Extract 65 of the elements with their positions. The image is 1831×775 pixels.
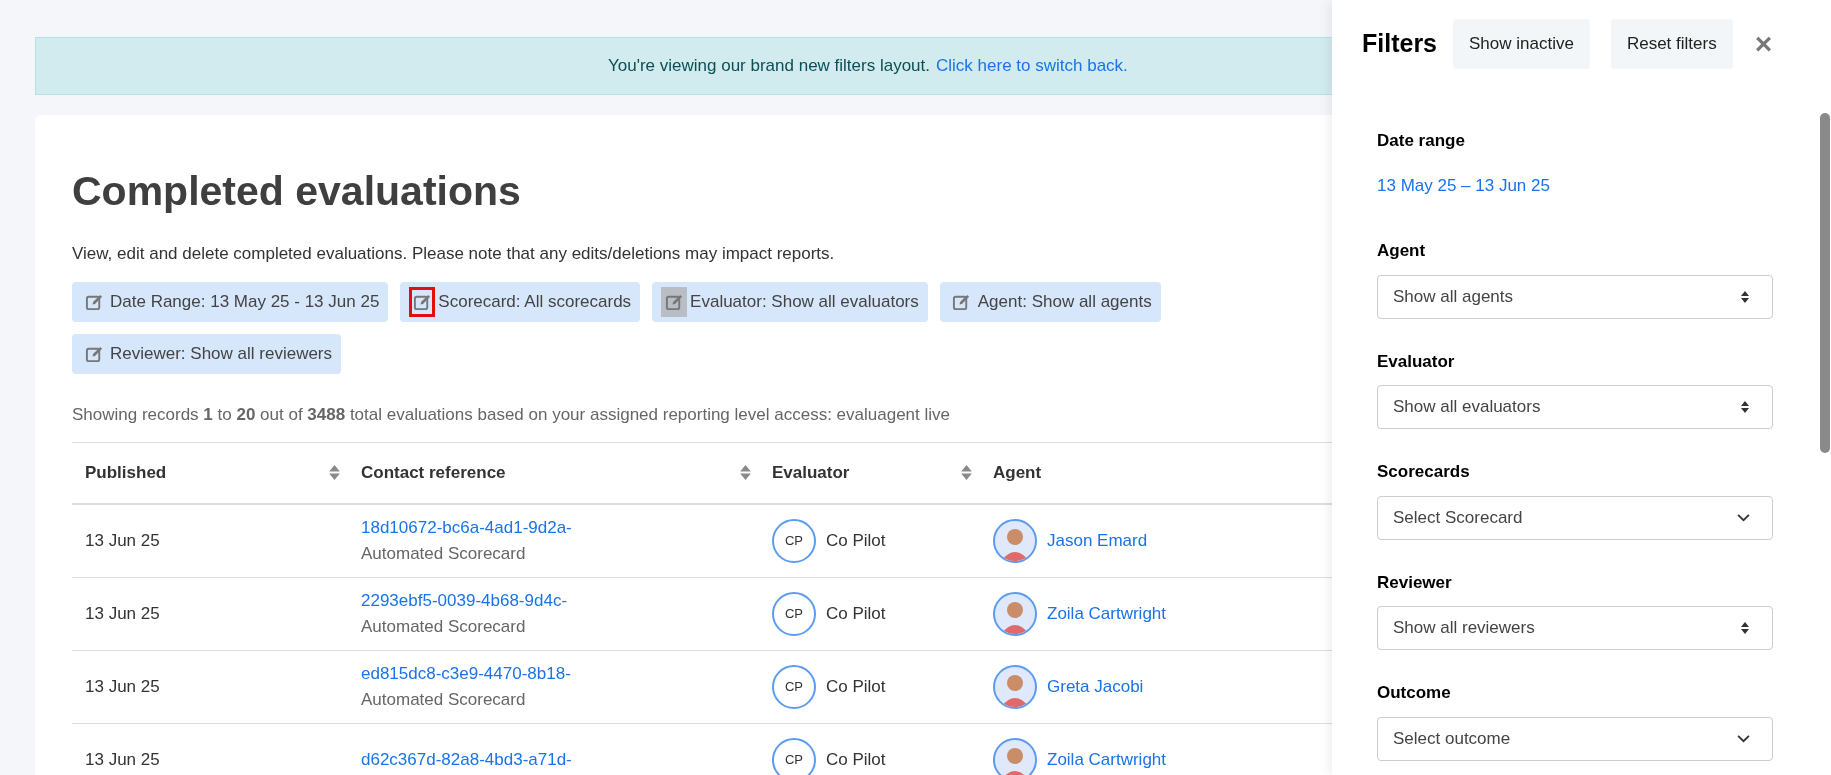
contact-reference-link[interactable]: 2293ebf5-0039-4b68-9d4c- — [361, 588, 759, 614]
initials-avatar: CP — [772, 518, 816, 563]
filter-label: Scorecards — [1377, 461, 1471, 483]
table-cell: 13 Jun 25 — [85, 603, 160, 623]
scrollbar-thumb[interactable] — [1820, 113, 1830, 453]
table-cell: 13 Jun 25 — [85, 530, 160, 550]
avatar-icon — [993, 664, 1037, 709]
column-header[interactable]: Contact reference — [361, 459, 506, 486]
initials-avatar: CP — [772, 664, 816, 709]
filter-chip[interactable]: Evaluator: Show all evaluators — [652, 282, 928, 322]
contact-reference-link[interactable]: d62c367d-82a8-4bd3-a71d- — [361, 746, 759, 773]
agent-link[interactable]: Greta Jacobi — [1047, 673, 1144, 700]
table-cell: 13 Jun 25 — [85, 749, 160, 769]
evaluator-name: Co Pilot — [826, 748, 886, 771]
scorecard-name: Automated Scorecard — [361, 542, 527, 565]
sort-icon — [1740, 400, 1750, 414]
records-summary: Showing records 1 to 20 out of 3488 total evaluations based on your assigned reporting level access: evaluagent live — [72, 404, 951, 426]
column-header[interactable]: Published — [85, 459, 167, 486]
evaluator-name: Co Pilot — [826, 675, 886, 698]
panel-button[interactable]: Show inactive — [1453, 19, 1590, 69]
chevron-down-icon — [1737, 513, 1750, 522]
contact-reference-link[interactable]: 18d10672-bc6a-4ad1-9d2a- — [361, 515, 759, 541]
chevron-down-icon — [1737, 734, 1750, 743]
filter-chip[interactable]: Date Range: 13 May 25 - 13 Jun 25 — [72, 282, 389, 322]
contact-reference-link[interactable]: ed815dc8-c3e9-4470-8b18- — [361, 661, 759, 687]
sort-icon[interactable] — [329, 465, 340, 480]
filter-chip[interactable]: Reviewer: Show all reviewers — [72, 334, 342, 374]
filter-label: Reviewer — [1377, 571, 1453, 594]
table-cell: 13 Jun 25 — [85, 676, 160, 696]
sort-icon[interactable] — [740, 465, 751, 480]
filter-chip[interactable]: Agent: Show all agents — [939, 282, 1161, 322]
scorecard-name: Automated Scorecard — [361, 688, 527, 711]
select-field[interactable]: Show all evaluators — [1377, 385, 1773, 429]
agent-link[interactable]: Jason Emard — [1047, 527, 1148, 554]
filter-label: Evaluator — [1377, 350, 1456, 373]
select-field[interactable]: Show all reviewers — [1377, 606, 1773, 650]
select-field[interactable]: Show all agents — [1377, 274, 1773, 319]
page-title: Completed evaluations — [72, 167, 521, 216]
agent-link[interactable]: Zoila Cartwright — [1047, 746, 1167, 773]
scorecard-name: Automated Scorecard — [361, 615, 527, 638]
filter-label: Agent — [1377, 240, 1427, 262]
filter-chip[interactable]: Scorecard: All scorecards — [400, 282, 641, 322]
column-header[interactable]: Evaluator — [772, 459, 850, 486]
close-button[interactable]: × — [1754, 29, 1773, 59]
sort-icon — [1740, 289, 1750, 304]
avatar-icon — [993, 591, 1037, 636]
filter-label: Date range — [1377, 130, 1466, 152]
evaluator-name: Co Pilot — [826, 602, 886, 625]
evaluator-name: Co Pilot — [826, 529, 886, 552]
avatar-icon — [993, 518, 1037, 563]
filter-label: Outcome — [1377, 682, 1452, 704]
agent-link[interactable]: Zoila Cartwright — [1047, 600, 1167, 627]
sort-icon — [1740, 621, 1750, 635]
avatar-icon — [993, 737, 1037, 775]
select-field[interactable]: Select outcome — [1377, 716, 1773, 761]
switch-back-link[interactable]: Click here to switch back. — [936, 53, 1128, 79]
date-range-link[interactable]: 13 May 25 – 13 Jun 25 — [1377, 164, 1773, 198]
initials-avatar: CP — [772, 737, 816, 775]
panel-title: Filters — [1362, 28, 1438, 60]
panel-button[interactable]: Reset filters — [1610, 19, 1733, 69]
sort-icon[interactable] — [961, 465, 972, 480]
select-field[interactable]: Select Scorecard — [1377, 495, 1773, 540]
banner-text: You're viewing our brand new filters layout. — [608, 55, 931, 78]
initials-avatar: CP — [772, 591, 816, 636]
column-header[interactable]: Agent — [993, 459, 1042, 486]
